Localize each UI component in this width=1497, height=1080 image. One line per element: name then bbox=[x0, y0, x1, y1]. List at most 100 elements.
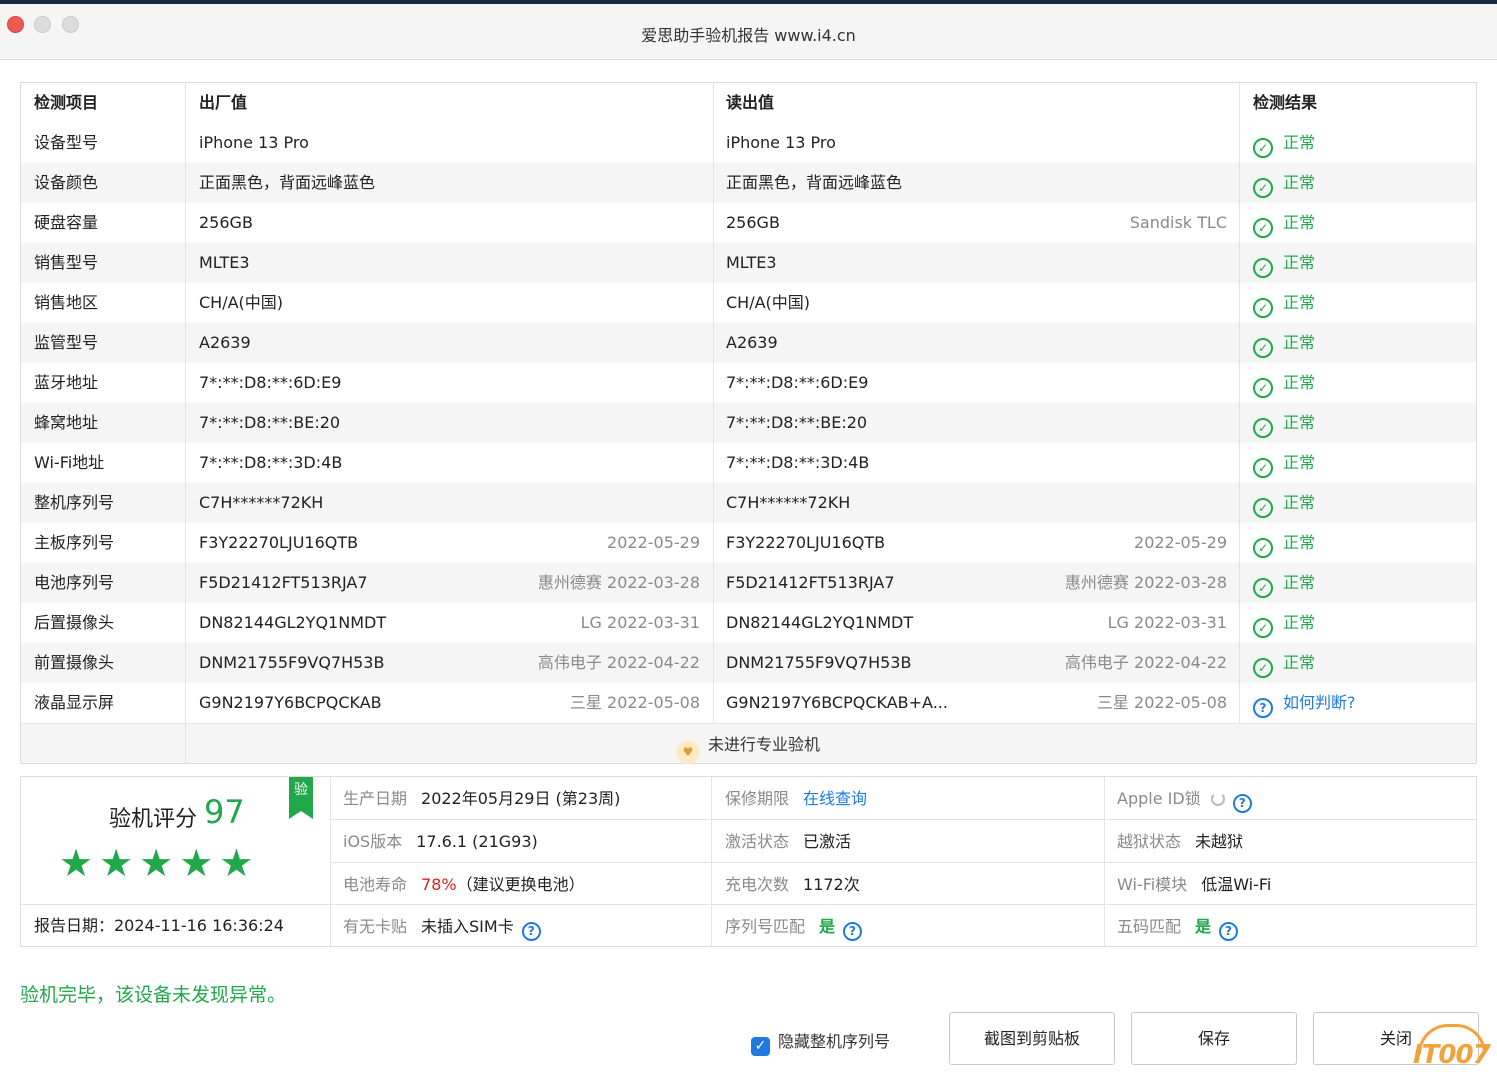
row-result: ✓ 正常 bbox=[1253, 363, 1315, 403]
row-item: 蜂窝地址 bbox=[34, 413, 99, 432]
window-title: 爱思助手验机报告 www.i4.cn bbox=[641, 26, 856, 45]
save-button[interactable]: 保存 bbox=[1131, 1012, 1297, 1065]
row-factory-value: 正面黑色，背面远峰蓝色 bbox=[199, 173, 376, 192]
table-row: 后置摄像头 DN82144GL2YQ1NMDT LG 2022-03-31 DN821… bbox=[21, 603, 1476, 643]
row-result: ✓ 正常 bbox=[1253, 403, 1315, 443]
row-factory-value: MLTE3 bbox=[199, 253, 250, 272]
shield-icon: ♥ bbox=[676, 740, 700, 764]
table-row: 销售型号 MLTE3 MLTE3 ✓ 正常 bbox=[21, 243, 1476, 283]
help-icon[interactable]: ? bbox=[1232, 794, 1252, 813]
row-read-value: DN82144GL2YQ1NMDT bbox=[726, 613, 914, 632]
row-read-value: CH/A(中国) bbox=[726, 293, 811, 312]
row-factory-note: 三星 2022-05-08 bbox=[569, 693, 700, 712]
check-circle-icon: ✓ bbox=[1253, 458, 1273, 478]
star-icon: ★ bbox=[219, 841, 254, 885]
production-date-value: 2022年05月29日 (第23周) bbox=[421, 789, 621, 808]
help-icon[interactable]: ? bbox=[843, 922, 863, 941]
hide-serial-checkbox[interactable]: ✓ 隐藏整机序列号 bbox=[751, 1028, 890, 1056]
row-read-value: 7*:**:D8:**:6D:E9 bbox=[726, 373, 869, 392]
row-item: 蓝牙地址 bbox=[34, 373, 99, 392]
row-factory-value: 7*:**:D8:**:6D:E9 bbox=[199, 373, 342, 392]
row-result-text: 如何判断? bbox=[1283, 693, 1356, 712]
title-bar: 爱思助手验机报告 www.i4.cn bbox=[0, 4, 1497, 60]
row-read-value: DNM21755F9VQ7H53B bbox=[726, 653, 912, 672]
check-circle-icon: ✓ bbox=[1253, 418, 1273, 438]
star-icon: ★ bbox=[179, 841, 214, 885]
wifi-module-field: Wi-Fi模块 低温Wi-Fi bbox=[1117, 875, 1272, 894]
row-factory-value: CH/A(中国) bbox=[199, 293, 284, 312]
ios-version-field: iOS版本 17.6.1 (21G93) bbox=[343, 832, 538, 851]
warranty-field: 保修期限 在线查询 bbox=[725, 789, 868, 808]
row-factory-note: 2022-05-29 bbox=[607, 533, 700, 552]
row-read-value: iPhone 13 Pro bbox=[726, 133, 836, 152]
screenshot-to-clipboard-button[interactable]: 截图到剪贴板 bbox=[949, 1012, 1115, 1065]
row-result-text: 正常 bbox=[1283, 213, 1316, 232]
row-result: ✓ 正常 bbox=[1253, 443, 1315, 483]
jailbreak-value: 未越狱 bbox=[1195, 832, 1244, 851]
five-code-match-field: 五码匹配是? bbox=[1117, 905, 1239, 948]
not-professional-text: 未进行专业验机 bbox=[708, 735, 821, 754]
row-factory-value: F3Y22270LJU16QTB bbox=[199, 533, 359, 552]
header-factory: 出厂值 bbox=[199, 93, 248, 112]
row-result: ✓ 正常 bbox=[1253, 123, 1315, 163]
table-row: 液晶显示屏 G9N2197Y6BCPQCKAB 三星 2022-05-08 G9N21… bbox=[21, 683, 1476, 723]
divider bbox=[713, 83, 714, 723]
row-read-note: 惠州德赛 2022-03-28 bbox=[1064, 573, 1227, 592]
row-item: 设备型号 bbox=[34, 133, 99, 152]
row-result-text: 正常 bbox=[1283, 573, 1316, 592]
rating-stars: ★ ★ ★ ★ ★ bbox=[59, 843, 259, 883]
battery-life-field: 电池寿命 78%（建议更换电池） bbox=[343, 875, 585, 894]
check-circle-icon: ✓ bbox=[1253, 378, 1273, 398]
not-professional-note: ♥ 未进行专业验机 bbox=[676, 733, 821, 764]
table-row: 整机序列号 C7H******72KH C7H******72KH ✓ 正常 bbox=[21, 483, 1476, 523]
row-result-text: 正常 bbox=[1283, 613, 1316, 632]
row-result-text: 正常 bbox=[1283, 133, 1316, 152]
row-read-value: A2639 bbox=[726, 333, 778, 352]
row-factory-value: iPhone 13 Pro bbox=[199, 133, 309, 152]
help-icon: ? bbox=[1253, 698, 1273, 718]
warranty-online-query-link[interactable]: 在线查询 bbox=[803, 789, 867, 808]
row-result-text: 正常 bbox=[1283, 453, 1316, 472]
jailbreak-field: 越狱状态 未越狱 bbox=[1117, 832, 1244, 851]
row-read-value: 7*:**:D8:**:3D:4B bbox=[726, 453, 870, 472]
help-icon[interactable]: ? bbox=[1219, 922, 1239, 941]
row-result: ✓ 正常 bbox=[1253, 283, 1315, 323]
row-result: ✓ 正常 bbox=[1253, 243, 1315, 283]
row-item: 电池序列号 bbox=[34, 573, 115, 592]
sim-card-value: 未插入SIM卡 bbox=[421, 917, 514, 936]
row-read-value: F5D21412FT513RJA7 bbox=[726, 573, 895, 592]
row-item: 前置摄像头 bbox=[34, 653, 115, 672]
row-result-text: 正常 bbox=[1283, 333, 1316, 352]
row-item: 主板序列号 bbox=[34, 533, 115, 552]
logo-text: IT007 bbox=[1413, 1040, 1491, 1070]
check-circle-icon: ✓ bbox=[1253, 178, 1273, 198]
row-result[interactable]: ? 如何判断? bbox=[1253, 683, 1356, 723]
serial-match-field: 序列号匹配是? bbox=[725, 905, 863, 948]
table-row: Wi-Fi地址 7*:**:D8:**:3D:4B 7*:**:D8:**:3D:4… bbox=[21, 443, 1476, 483]
check-circle-icon: ✓ bbox=[1253, 578, 1273, 598]
row-result: ✓ 正常 bbox=[1253, 203, 1315, 243]
star-icon: ★ bbox=[59, 841, 94, 885]
battery-life-note: （建议更换电池） bbox=[456, 875, 585, 894]
row-read-note: 三星 2022-05-08 bbox=[1096, 693, 1227, 712]
row-factory-note: 高伟电子 2022-04-22 bbox=[537, 653, 700, 672]
score-label: 验机评分 bbox=[109, 807, 198, 832]
checkbox-checked-icon[interactable]: ✓ bbox=[751, 1037, 770, 1056]
table-row: 硬盘容量 256GB 256GB Sandisk TLC ✓ 正常 bbox=[21, 203, 1476, 243]
apple-id-lock-field: Apple ID锁? bbox=[1117, 777, 1252, 820]
hide-serial-label[interactable]: 隐藏整机序列号 bbox=[778, 1032, 890, 1051]
score-box: 验机评分 97 ★ ★ ★ ★ ★ 验 bbox=[21, 777, 330, 904]
row-item: 销售地区 bbox=[34, 293, 99, 312]
row-result: ✓ 正常 bbox=[1253, 563, 1315, 603]
help-icon[interactable]: ? bbox=[521, 922, 541, 941]
row-result-text: 正常 bbox=[1283, 373, 1316, 392]
table-row: 监管型号 A2639 A2639 ✓ 正常 bbox=[21, 323, 1476, 363]
row-result-text: 正常 bbox=[1283, 653, 1316, 672]
serial-match-value: 是 bbox=[819, 917, 836, 936]
row-read-value: MLTE3 bbox=[726, 253, 777, 272]
row-item: 整机序列号 bbox=[34, 493, 115, 512]
table-row: 蜂窝地址 7*:**:D8:**:BE:20 7*:**:D8:**:BE:20 ✓ 正… bbox=[21, 403, 1476, 443]
header-read: 读出值 bbox=[726, 93, 775, 112]
row-result-text: 正常 bbox=[1283, 293, 1316, 312]
check-circle-icon: ✓ bbox=[1253, 338, 1273, 358]
